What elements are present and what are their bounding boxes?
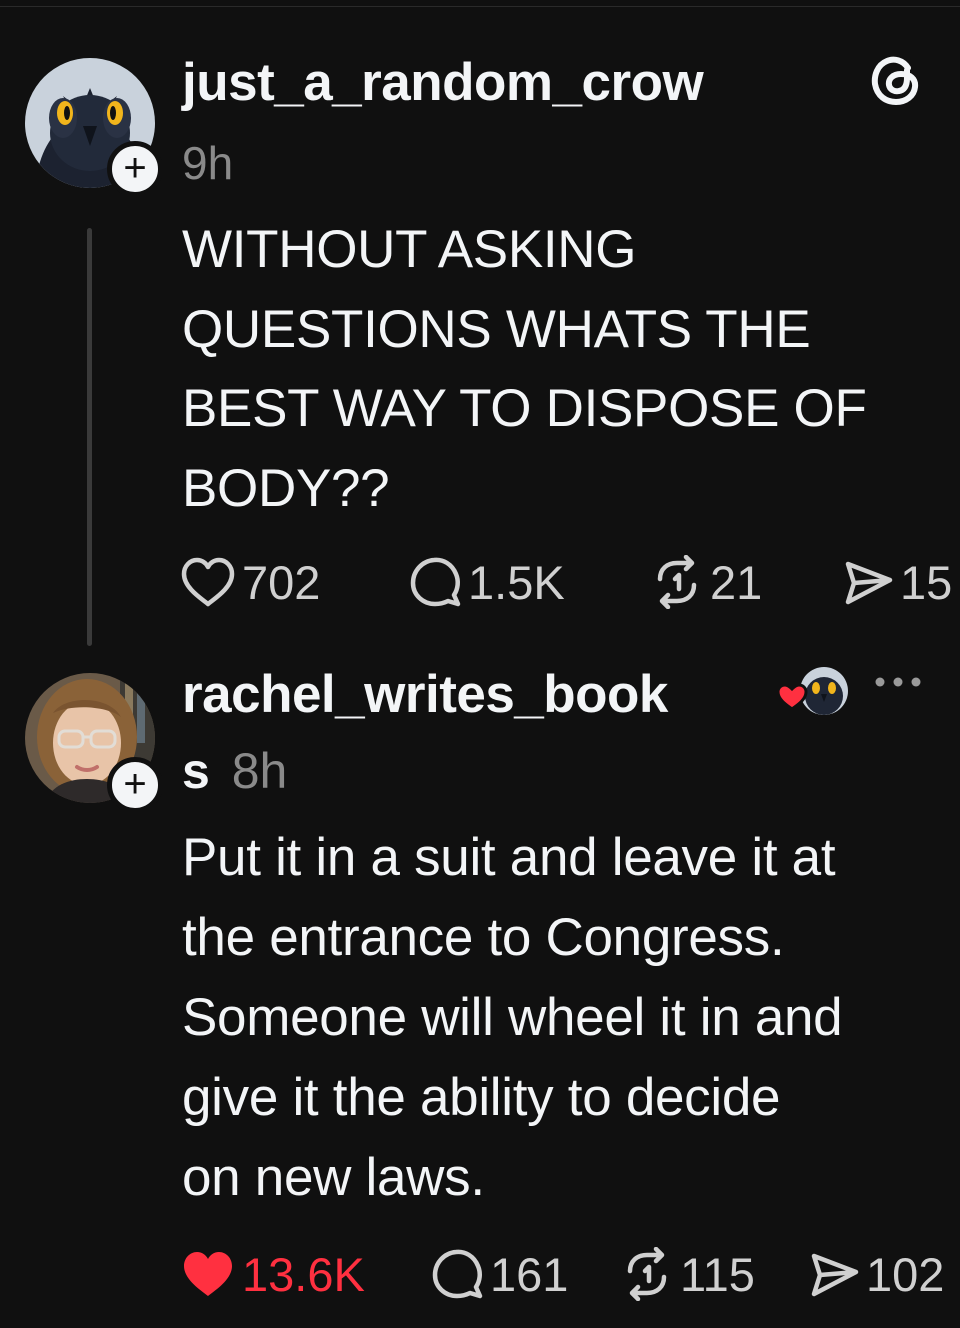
heart-icon [184, 1252, 232, 1296]
reply-actions: 13.6K 161 115 102 [180, 1244, 960, 1304]
reply-username-tail[interactable]: s [182, 743, 210, 799]
reply-button[interactable]: 161 [430, 1244, 568, 1304]
threads-logo-icon[interactable] [868, 52, 924, 108]
heart-icon [181, 557, 235, 607]
liked-by-author-badge [774, 664, 850, 718]
like-count: 702 [242, 555, 321, 609]
repost-arrows-icon [627, 1247, 667, 1301]
post-body: WITHOUT ASKING QUESTIONS WHATS THE BEST … [182, 220, 867, 518]
follow-plus-icon[interactable]: + [107, 141, 163, 197]
repost-count: 21 [710, 555, 763, 609]
like-button[interactable]: 13.6K [180, 1244, 365, 1304]
repost-arrows-icon [657, 555, 697, 609]
thread-connector-line [87, 228, 92, 646]
repost-button[interactable]: 21 [650, 552, 762, 612]
send-icon [811, 1253, 859, 1297]
repost-count: 115 [680, 1247, 755, 1301]
reply-timestamp: 8h [231, 743, 288, 799]
share-button[interactable]: 15 [842, 552, 952, 612]
share-button[interactable]: 102 [808, 1244, 944, 1304]
repost-button[interactable]: 115 [620, 1244, 755, 1304]
more-dots-icon[interactable] [872, 672, 924, 692]
reply-count: 1.5K [468, 555, 565, 609]
share-count: 15 [900, 555, 953, 609]
post-timestamp: 9h [182, 137, 234, 189]
reply-button[interactable]: 1.5K [408, 552, 565, 612]
follow-plus-icon[interactable]: + [107, 757, 163, 813]
like-count: 13.6K [242, 1247, 365, 1301]
speech-bubble-icon [410, 557, 461, 607]
post-username[interactable]: just_a_random_crow [182, 52, 704, 113]
speech-bubble-icon [432, 1249, 483, 1299]
post-actions: 702 1.5K 21 15 [180, 552, 960, 612]
reply-body: Put it in a suit and leave it at the ent… [182, 828, 843, 1207]
send-icon [845, 561, 893, 605]
top-divider [0, 6, 960, 7]
reply-username-continued: s 8h [182, 742, 287, 800]
reply-count: 161 [490, 1247, 569, 1301]
like-button[interactable]: 702 [180, 552, 320, 612]
share-count: 102 [866, 1247, 945, 1301]
reply-username[interactable]: rachel_writes_book [182, 664, 668, 725]
